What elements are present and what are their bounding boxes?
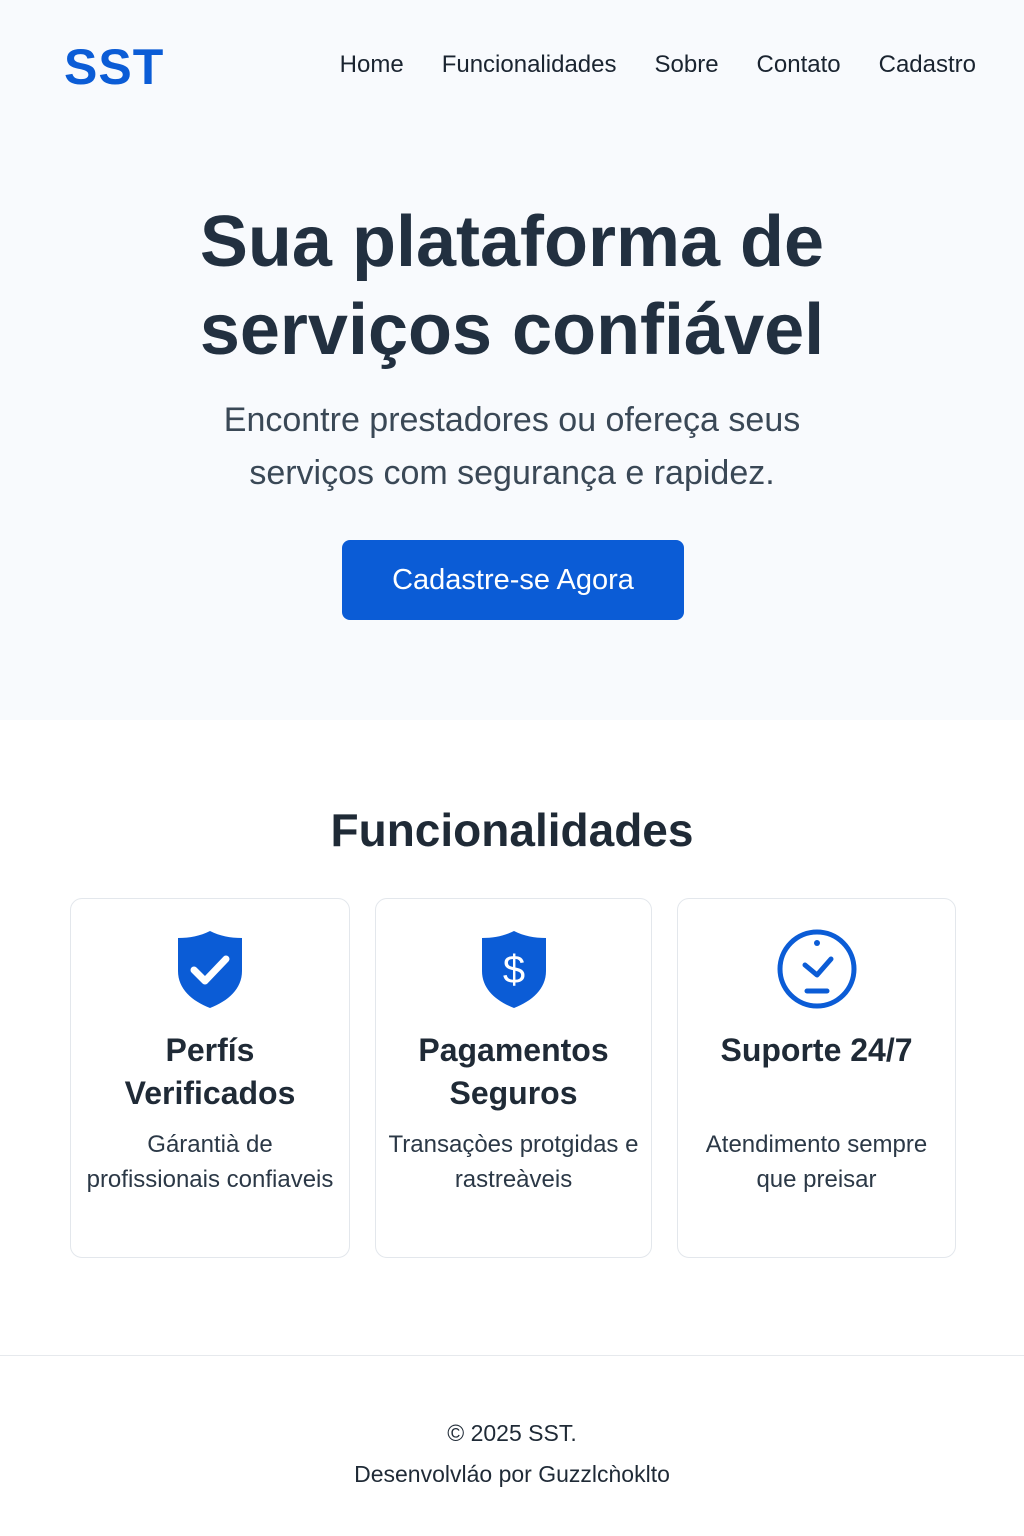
svg-text:$: $ <box>502 948 524 992</box>
feature-card-title: Perfís Verificados <box>124 1032 296 1111</box>
nav-contato[interactable]: Contato <box>757 50 841 80</box>
feature-card-description: Atendimento sempre que preisar <box>705 1131 928 1193</box>
feature-card-title: Pagamentos Seguros <box>418 1032 609 1111</box>
footer-developer: Desenvolvláo por Guzzlcǹoklto <box>354 1461 670 1487</box>
feature-card-title: Suporte 24/7 <box>720 1032 913 1068</box>
signup-button[interactable]: Cadastre-se Agora <box>342 540 684 620</box>
hero-subtitle: Encontre prestadores ou ofereça seus ser… <box>223 401 801 492</box>
nav-cadastro[interactable]: Cadastro <box>879 50 976 80</box>
logo[interactable]: SST <box>64 38 164 96</box>
feature-card-support: Suporte 24/7 Atendimento sempre que prei… <box>677 898 956 1258</box>
clock-icon <box>777 929 856 1009</box>
nav-sobre[interactable]: Sobre <box>655 50 719 80</box>
feature-card-verified-profiles: Perfís Verificados Gárantià de profissio… <box>70 898 350 1258</box>
footer-divider <box>0 1355 1024 1356</box>
footer-copyright: © 2025 SST. <box>447 1420 577 1446</box>
features-title: Funcionalidades <box>330 804 694 856</box>
main-nav: Home Funcionalidades Sobre Contato Cadas… <box>340 50 976 80</box>
feature-card-secure-payments: $ Pagamentos Seguros Transaçòes protgida… <box>375 898 652 1258</box>
feature-card-description: Transaçòes protgidas e rastreàveis <box>388 1131 639 1193</box>
nav-funcionalidades[interactable]: Funcionalidades <box>442 50 617 80</box>
hero-title: Sua plataforma de serviços confiável <box>199 202 825 370</box>
shield-dollar-icon: $ <box>481 931 546 1008</box>
page: SST Home Funcionalidades Sobre Contato C… <box>0 0 1024 1536</box>
shield-check-icon <box>178 931 242 1008</box>
nav-home[interactable]: Home <box>340 50 404 80</box>
feature-card-description: Gárantià de profissionais confiaveis <box>86 1131 334 1193</box>
